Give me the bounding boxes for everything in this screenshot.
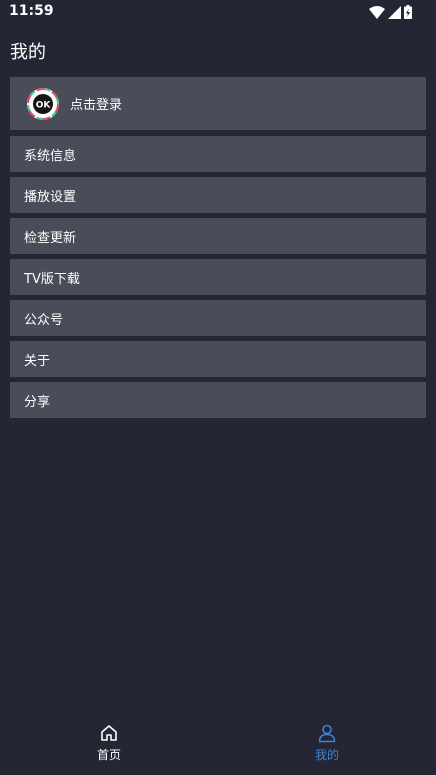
wifi-icon	[369, 5, 385, 19]
status-time: 11:59	[9, 3, 54, 19]
menu-item-label: 分享	[24, 394, 51, 410]
menu-item-official-account[interactable]: 公众号	[10, 300, 426, 336]
home-icon	[101, 725, 117, 741]
menu-item-label: 关于	[24, 353, 51, 369]
user-icon	[318, 724, 336, 743]
menu-item-tv-download[interactable]: TV版下载	[10, 259, 426, 295]
avatar: OK	[27, 87, 59, 120]
menu-item-system-info[interactable]: 系统信息	[10, 136, 426, 172]
tab-home-label: 首页	[96, 748, 121, 762]
page-title: 我的	[10, 42, 46, 63]
menu-item-label: 检查更新	[24, 230, 77, 246]
menu-item-label: 播放设置	[24, 189, 77, 205]
login-label: 点击登录	[70, 98, 123, 113]
login-button[interactable]: OK 点击登录	[10, 77, 426, 130]
settings-menu: OK 点击登录 系统信息 播放设置 检查更新 TV版下载 公众号 关于 分享	[10, 77, 426, 423]
menu-item-check-update[interactable]: 检查更新	[10, 218, 426, 254]
menu-item-label: TV版下载	[24, 271, 80, 287]
avatar-text: OK	[36, 100, 52, 110]
bottom-nav: 首页 我的	[0, 715, 436, 775]
tab-mine[interactable]: 我的	[218, 715, 436, 775]
tab-mine-label: 我的	[314, 748, 339, 762]
tab-home[interactable]: 首页	[0, 715, 218, 775]
status-icons	[369, 4, 412, 20]
menu-item-share[interactable]: 分享	[10, 382, 426, 418]
menu-item-label: 系统信息	[24, 148, 77, 164]
menu-item-about[interactable]: 关于	[10, 341, 426, 377]
menu-item-label: 公众号	[24, 312, 64, 328]
battery-charging-icon	[404, 5, 412, 19]
cell-signal-icon	[388, 5, 401, 19]
menu-item-playback-settings[interactable]: 播放设置	[10, 177, 426, 213]
status-bar: 11:59	[0, 0, 436, 24]
